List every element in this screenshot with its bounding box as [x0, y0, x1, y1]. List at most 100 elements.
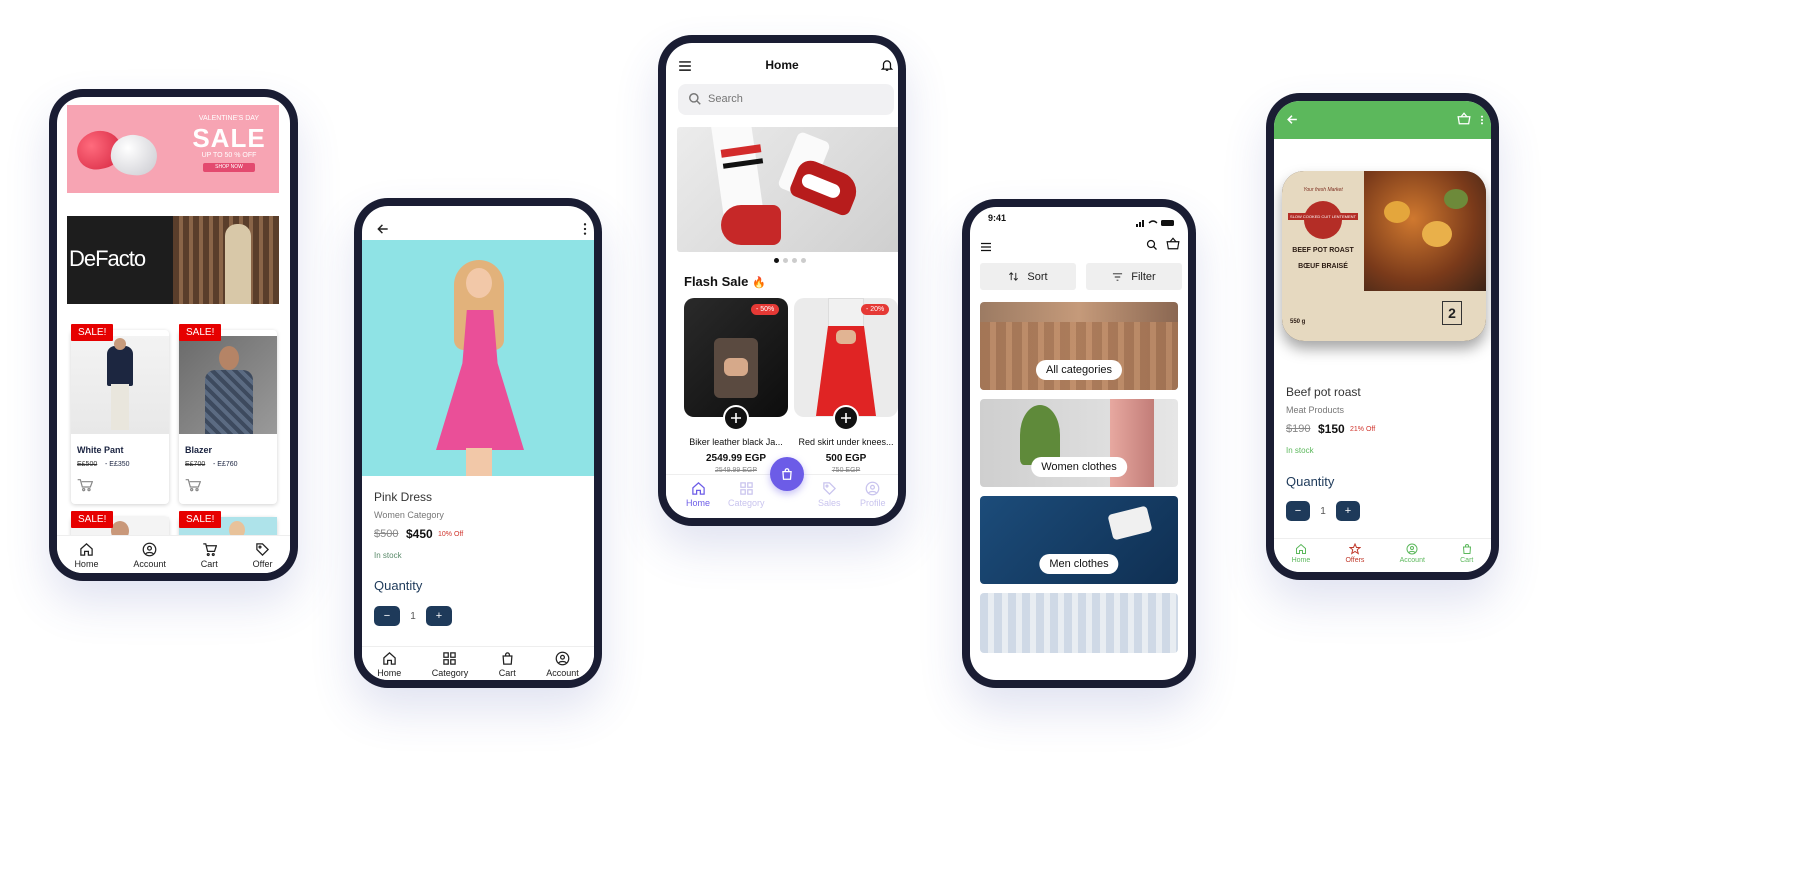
- basket-icon[interactable]: [1457, 112, 1471, 130]
- product-card-white-pant[interactable]: SALE! White Pant E£500 - E£350: [71, 324, 169, 504]
- category-all[interactable]: All categories: [980, 302, 1178, 390]
- valentine-banner[interactable]: VALENTINE'S DAY SALE UP TO 50 % OFF SHOP…: [67, 105, 279, 193]
- plus-icon: [731, 413, 741, 423]
- tab-label: Sales: [818, 498, 841, 508]
- tab-cart[interactable]: Cart: [499, 651, 516, 678]
- tab-label: Account: [546, 668, 579, 678]
- package-tag: SLOW COOKED CUIT LENTEMENT: [1288, 213, 1358, 220]
- tab-label: Category: [431, 668, 469, 678]
- item-old-price: 750 EGP: [831, 467, 861, 474]
- search-input[interactable]: [708, 90, 878, 108]
- carousel-dots[interactable]: [774, 258, 806, 263]
- decrement-button[interactable]: −: [1286, 501, 1310, 521]
- search-bar[interactable]: [678, 84, 894, 115]
- bottom-nav: Home Category Sales Profile: [666, 457, 898, 518]
- quantity-stepper[interactable]: − 1 +: [1286, 501, 1360, 521]
- tab-label: Home: [377, 668, 402, 678]
- tab-sales[interactable]: Sales: [818, 481, 841, 508]
- phone-5-screen: Your fresh Market SLOW COOKED CUIT LENTE…: [1274, 101, 1491, 572]
- tab-home[interactable]: Home: [686, 481, 710, 508]
- add-button[interactable]: [833, 405, 859, 431]
- tab-offer[interactable]: Offer: [253, 542, 273, 569]
- red-skirt-image: [794, 298, 898, 417]
- tag-icon: [256, 543, 270, 557]
- jacket-image: [684, 298, 788, 417]
- sort-button[interactable]: Sort: [980, 263, 1076, 290]
- tab-label: Cart: [200, 559, 218, 569]
- quantity-stepper[interactable]: − 1 +: [374, 606, 452, 626]
- tab-account[interactable]: Account: [1400, 543, 1425, 564]
- tab-profile[interactable]: Profile: [860, 481, 886, 508]
- defacto-banner[interactable]: DeFacto: [67, 216, 279, 304]
- tab-label: Offer: [252, 559, 273, 569]
- signal-icon: [1136, 214, 1176, 232]
- new-price: $150: [1318, 422, 1345, 436]
- cart-icon[interactable]: [77, 478, 94, 497]
- flash-sale-title: Flash Sale 🔥: [684, 274, 766, 289]
- star-icon: [1348, 543, 1361, 555]
- phone-3-screen: Home Flash Sale 🔥: [666, 43, 898, 518]
- page-title: Home: [765, 58, 799, 72]
- tab-cart[interactable]: Cart: [201, 542, 218, 569]
- tab-label: Offers: [1345, 557, 1365, 564]
- sort-label: Sort: [1027, 270, 1048, 283]
- category-women[interactable]: Women clothes: [980, 399, 1178, 487]
- item-name: Red skirt under knees...: [798, 437, 894, 447]
- new-price: $450: [406, 527, 433, 541]
- package-brand: Your fresh Market: [1303, 187, 1343, 193]
- decrement-button[interactable]: −: [374, 606, 400, 626]
- app-bar: [1274, 101, 1491, 139]
- tab-account[interactable]: Account: [133, 542, 166, 569]
- tab-cart[interactable]: Cart: [1460, 543, 1473, 564]
- back-arrow-icon[interactable]: [376, 222, 390, 241]
- center-cart-button[interactable]: [770, 457, 804, 491]
- plus-icon: [841, 413, 851, 423]
- bottom-tab-bar: Home Account Cart Offer: [57, 535, 290, 573]
- flash-item-card[interactable]: - 20% Red skirt under knees... 500 EGP 7…: [794, 298, 898, 478]
- more-vertical-icon[interactable]: [578, 222, 592, 241]
- tab-label: Account: [133, 559, 166, 569]
- tab-category[interactable]: Category: [431, 651, 469, 678]
- product-name: Beef pot roast: [1286, 385, 1361, 399]
- more-vertical-icon[interactable]: [1477, 113, 1487, 131]
- bag-icon: [1462, 544, 1471, 554]
- bell-icon[interactable]: [880, 58, 894, 77]
- tab-account[interactable]: Account: [546, 651, 579, 678]
- filter-button[interactable]: Filter: [1086, 263, 1182, 290]
- sale-badge: SALE!: [179, 324, 222, 341]
- flash-sale-label: Flash Sale: [684, 274, 749, 289]
- cart-icon: [203, 543, 217, 557]
- phone-1-screen: VALENTINE'S DAY SALE UP TO 50 % OFF SHOP…: [57, 97, 290, 573]
- back-arrow-icon[interactable]: [1286, 113, 1299, 131]
- grid-icon: [740, 482, 753, 495]
- tab-category[interactable]: Category: [728, 481, 765, 508]
- category-card[interactable]: [980, 593, 1178, 653]
- search-icon[interactable]: [1146, 238, 1158, 256]
- cart-icon[interactable]: [185, 478, 202, 497]
- phone-2-screen: Pink Dress Women Category $500 $450 10% …: [362, 206, 594, 680]
- tab-home[interactable]: Home: [377, 651, 401, 678]
- product-category: Meat Products: [1286, 405, 1345, 415]
- add-button[interactable]: [723, 405, 749, 431]
- product-card-blazer[interactable]: SALE! Blazer E£700 - E£760: [179, 324, 277, 504]
- tab-offers[interactable]: Offers: [1345, 543, 1364, 564]
- hero-carousel-image[interactable]: [677, 127, 898, 252]
- banner-cta[interactable]: SHOP NOW: [203, 163, 255, 172]
- flash-item-card[interactable]: - 50% Biker leather black Ja... 2549.99 …: [684, 298, 788, 478]
- phone-flash-sale-home: Home Flash Sale 🔥: [658, 35, 906, 526]
- product-image-pink-dress: [362, 240, 594, 476]
- tab-label: Profile: [860, 498, 886, 508]
- basket-icon[interactable]: [1166, 237, 1180, 255]
- tab-home[interactable]: Home: [1292, 543, 1310, 564]
- increment-button[interactable]: +: [1336, 501, 1360, 521]
- category-men[interactable]: Men clothes: [980, 496, 1178, 584]
- bottom-tab-bar: Home Offers Account Cart: [1274, 538, 1491, 572]
- menu-icon[interactable]: [980, 239, 992, 257]
- model-figure: [225, 224, 251, 304]
- filter-label: Filter: [1131, 270, 1156, 283]
- tab-label: Account: [1399, 557, 1425, 564]
- tab-home[interactable]: Home: [74, 542, 98, 569]
- home-icon: [691, 482, 705, 495]
- increment-button[interactable]: +: [426, 606, 452, 626]
- discount-badge: - 20%: [861, 304, 890, 315]
